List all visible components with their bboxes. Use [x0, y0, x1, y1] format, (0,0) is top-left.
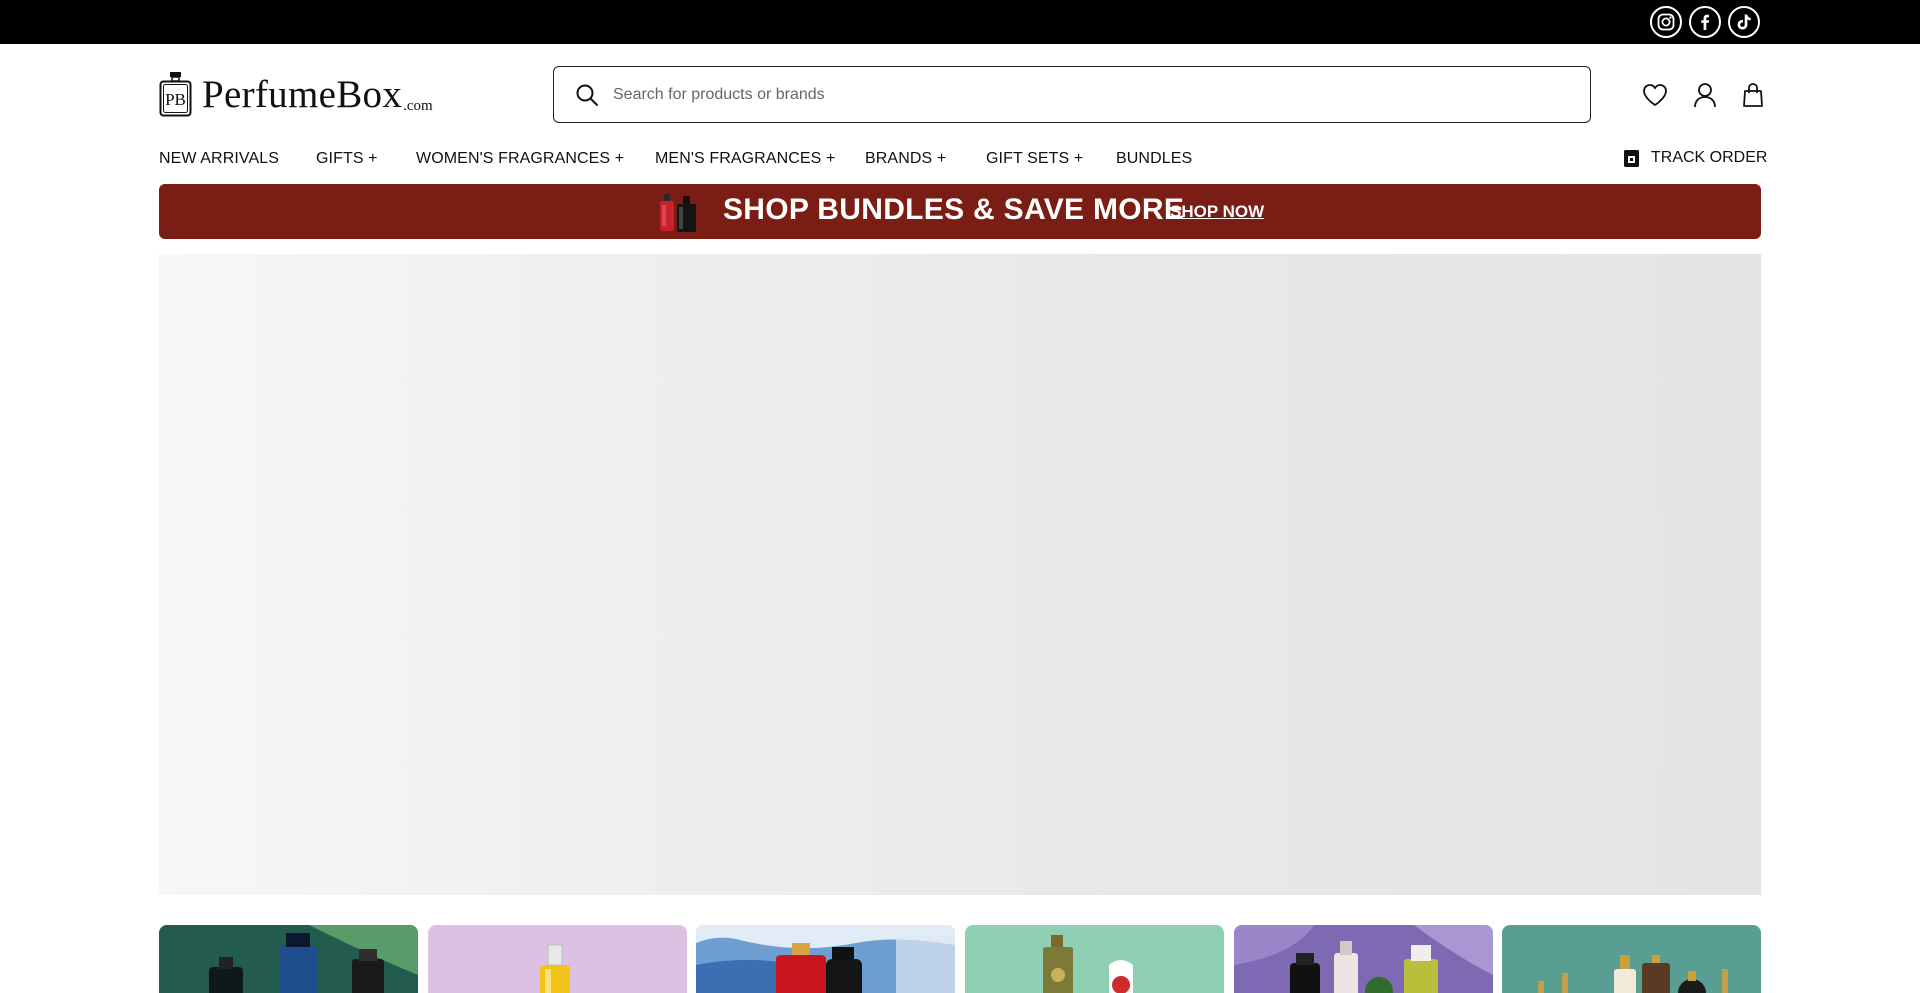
- track-order-link[interactable]: TRACK ORDER: [1624, 149, 1767, 167]
- nav-gifts[interactable]: GIFTS +: [316, 150, 378, 170]
- nav-gift-sets[interactable]: GIFT SETS +: [986, 150, 1083, 170]
- tiktok-icon[interactable]: [1728, 6, 1760, 38]
- track-order-icon: [1624, 149, 1639, 167]
- promo-text: SHOP BUNDLES & SAVE MORE: [723, 193, 1185, 226]
- category-tile-5[interactable]: [1234, 925, 1493, 993]
- search-icon[interactable]: [575, 83, 599, 107]
- nav-bundles[interactable]: BUNDLES: [1116, 150, 1192, 170]
- user-icon[interactable]: [1691, 81, 1719, 109]
- top-bar: [0, 0, 1920, 44]
- logo-mark-icon: PB: [159, 71, 192, 117]
- nav-womens-fragrances[interactable]: WOMEN'S FRAGRANCES +: [416, 150, 624, 170]
- logo-suffix: .com: [403, 97, 433, 114]
- shop-now-link[interactable]: SHOP NOW: [1170, 202, 1264, 222]
- category-tile-6[interactable]: [1502, 925, 1761, 993]
- category-tile-4[interactable]: [965, 925, 1224, 993]
- promo-banner[interactable]: SHOP BUNDLES & SAVE MORE SHOP NOW: [159, 184, 1761, 239]
- nav-brands[interactable]: BRANDS +: [865, 150, 946, 170]
- hero-banner[interactable]: [159, 254, 1761, 895]
- logo-mark-text: PB: [165, 90, 186, 109]
- category-tile-2[interactable]: [428, 925, 687, 993]
- heart-icon[interactable]: [1641, 81, 1669, 109]
- site-logo[interactable]: PB PerfumeBox .com: [159, 70, 433, 118]
- search-bar[interactable]: [553, 66, 1591, 123]
- perfume-bottles-icon: [657, 190, 701, 234]
- category-tile-1[interactable]: [159, 925, 418, 993]
- category-tile-3[interactable]: [696, 925, 955, 993]
- facebook-icon[interactable]: [1689, 6, 1721, 38]
- logo-text: PerfumeBox: [202, 72, 403, 116]
- track-order-label: TRACK ORDER: [1651, 149, 1768, 166]
- search-input[interactable]: [613, 85, 1513, 104]
- shopping-bag-icon[interactable]: [1739, 81, 1767, 109]
- nav-mens-fragrances[interactable]: MEN'S FRAGRANCES +: [655, 150, 835, 170]
- instagram-icon[interactable]: [1650, 6, 1682, 38]
- nav-new-arrivals[interactable]: NEW ARRIVALS: [159, 150, 279, 170]
